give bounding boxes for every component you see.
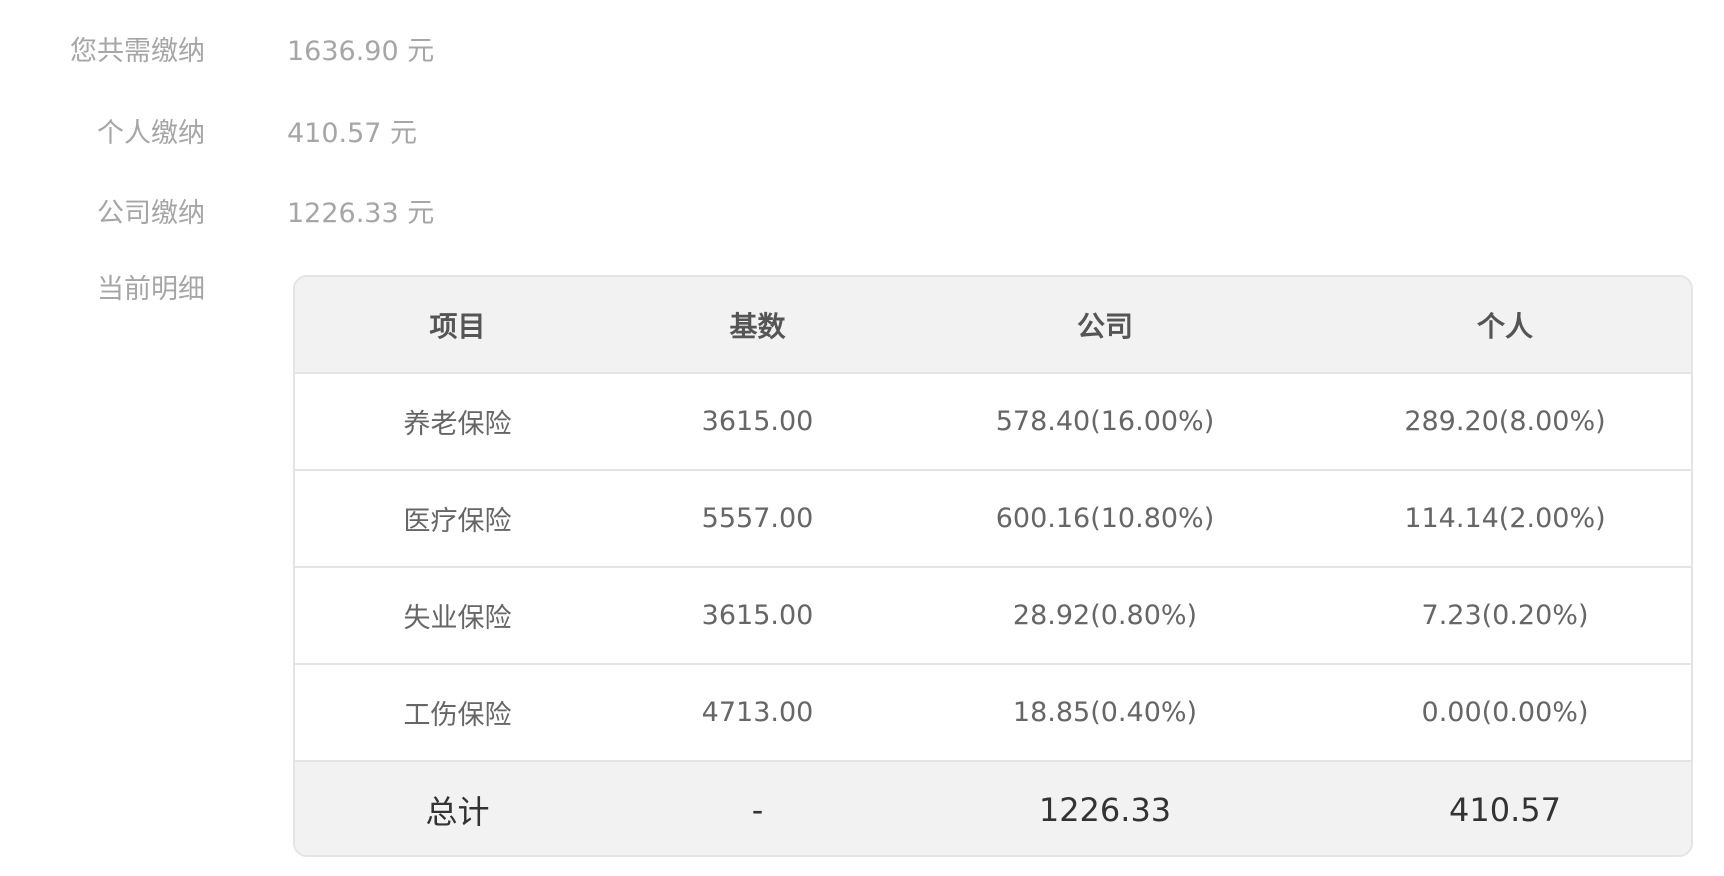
- cell-item: 养老保险: [295, 373, 620, 471]
- cell-item: 工伤保险: [295, 664, 620, 762]
- table-row: 失业保险 3615.00 28.92(0.80%) 7.23(0.20%): [295, 567, 1691, 665]
- cell-company: 600.16(10.80%): [895, 470, 1315, 568]
- cell-personal: 114.14(2.00%): [1315, 470, 1691, 568]
- summary-total-row: 您共需缴纳 1636.90 元: [0, 28, 434, 68]
- summary-company-label: 公司缴纳: [97, 197, 205, 229]
- cell-company: 28.92(0.80%): [895, 567, 1315, 665]
- table-row: 养老保险 3615.00 578.40(16.00%) 289.20(8.00%…: [295, 373, 1691, 471]
- summary-total-label: 您共需缴纳: [70, 35, 205, 67]
- cell-personal: 7.23(0.20%): [1315, 567, 1691, 665]
- cell-company: 18.85(0.40%): [895, 664, 1315, 762]
- total-item: 总计: [425, 792, 490, 831]
- header-company: 公司: [895, 277, 1315, 374]
- detail-table: 项目 基数 公司 个人 养老保险 3615.00 578.40(16.00%) …: [295, 277, 1691, 855]
- detail-label: 当前明细: [97, 274, 205, 305]
- cell-personal: 289.20(8.00%): [1315, 373, 1691, 471]
- cell-base: 5557.00: [620, 470, 895, 568]
- cell-item: 失业保险: [295, 567, 620, 665]
- table-row: 医疗保险 5557.00 600.16(10.80%) 114.14(2.00%…: [295, 470, 1691, 568]
- cell-base: 4713.00: [620, 664, 895, 762]
- total-company: 1226.33: [1038, 790, 1172, 829]
- detail-table-card: 项目 基数 公司 个人 养老保险 3615.00 578.40(16.00%) …: [293, 275, 1693, 857]
- summary-total-value: 1636.90 元: [287, 35, 435, 67]
- summary-personal-value: 410.57 元: [287, 117, 418, 149]
- header-item: 项目: [295, 277, 620, 374]
- header-base: 基数: [620, 277, 895, 374]
- table-header-row: 项目 基数 公司 个人: [295, 277, 1691, 374]
- cell-company: 578.40(16.00%): [895, 373, 1315, 471]
- total-personal: 410.57: [1449, 790, 1561, 829]
- summary-personal-row: 个人缴纳 410.57 元: [0, 110, 417, 150]
- header-personal: 个人: [1315, 277, 1691, 374]
- cell-base: 3615.00: [620, 567, 895, 665]
- cell-personal: 0.00(0.00%): [1315, 664, 1691, 762]
- cell-base: 3615.00: [620, 373, 895, 471]
- summary-company-row: 公司缴纳 1226.33 元: [0, 190, 434, 230]
- summary-personal-label: 个人缴纳: [97, 117, 205, 149]
- summary-company-value: 1226.33 元: [287, 197, 435, 229]
- table-row: 工伤保险 4713.00 18.85(0.40%) 0.00(0.00%): [295, 664, 1691, 762]
- total-base: -: [751, 790, 764, 829]
- cell-item: 医疗保险: [295, 470, 620, 568]
- table-total-row: 总计 - 1226.33 410.57: [295, 761, 1691, 855]
